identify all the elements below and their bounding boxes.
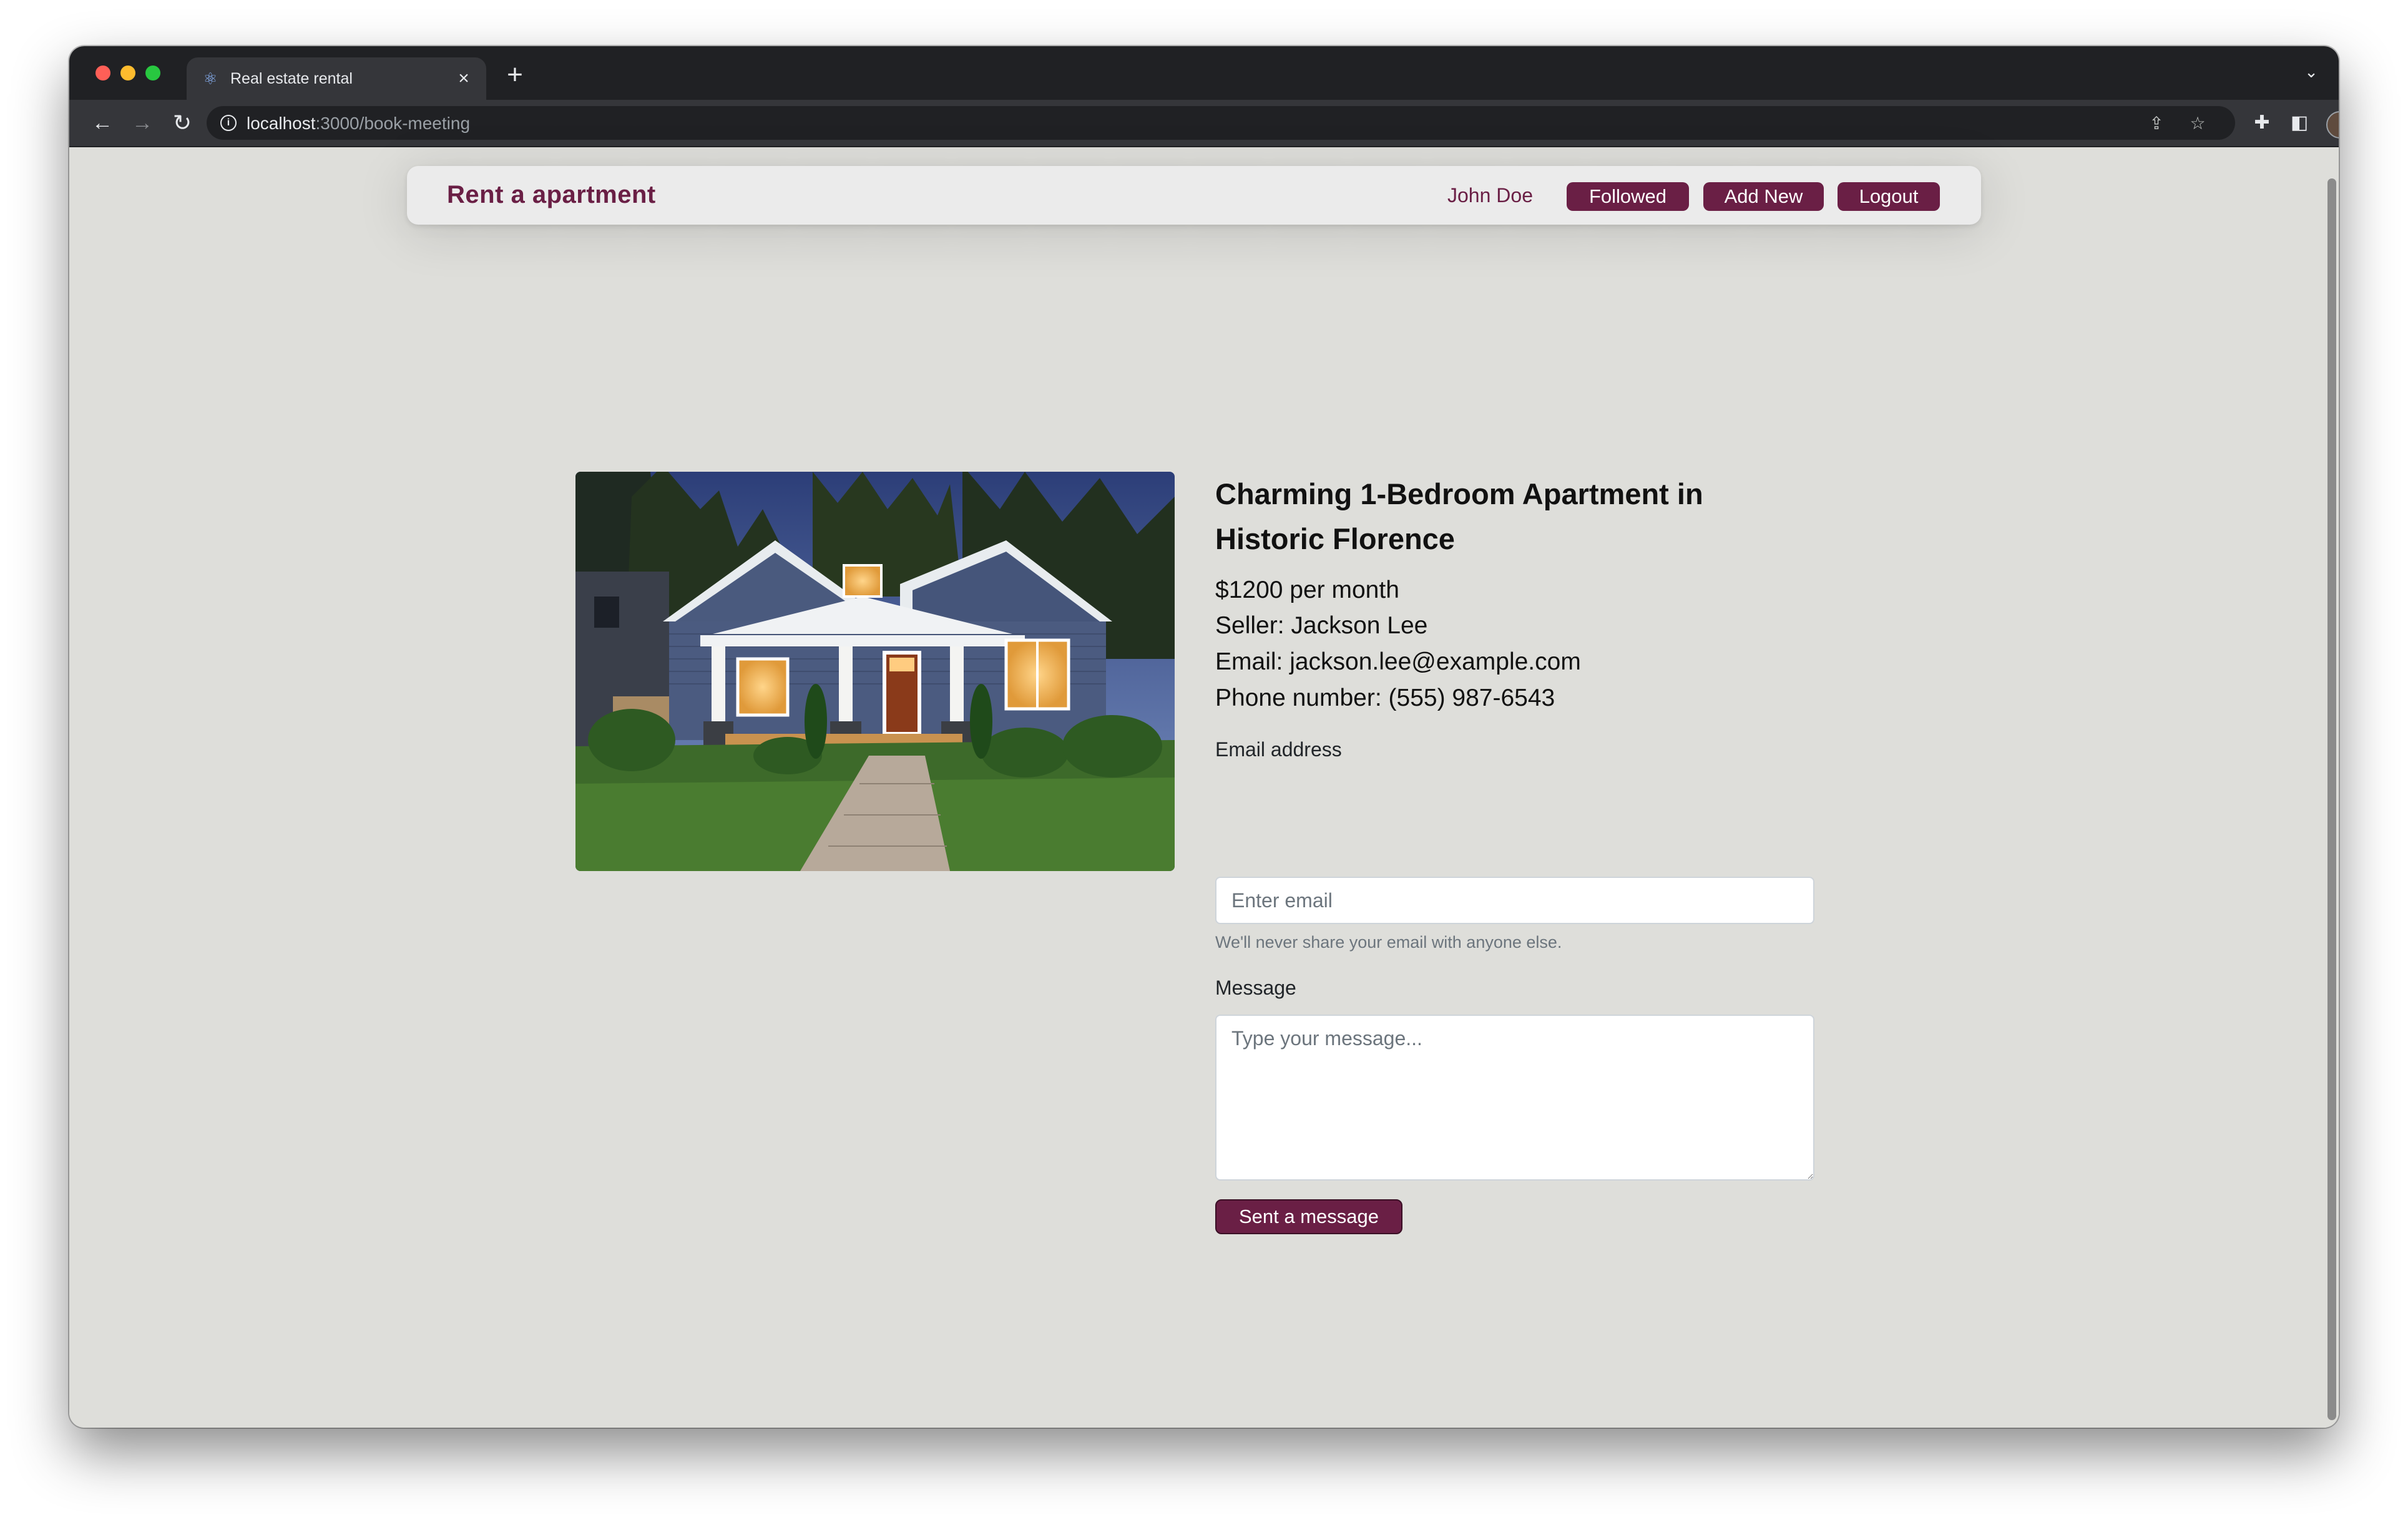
page-viewport: Rent a apartment John Doe Followed Add N… [69, 147, 2339, 1428]
share-icon[interactable]: ⇪ [2145, 112, 2168, 135]
address-bar[interactable]: i localhost:3000/book-meeting ⇪ ☆ [207, 106, 2235, 140]
site-navbar: Rent a apartment John Doe Followed Add N… [407, 166, 1981, 225]
scrollbar[interactable] [2324, 147, 2339, 1428]
side-panel-icon[interactable]: ◧ [2286, 110, 2313, 136]
close-window-button[interactable] [95, 66, 110, 80]
send-message-button[interactable]: Sent a message [1215, 1199, 1402, 1234]
arrow-left-icon[interactable]: ← [87, 107, 118, 139]
plus-icon[interactable]: + [500, 60, 530, 90]
email-help-text: We'll never share your email with anyone… [1215, 933, 1562, 952]
browser-toolbar: ← → ↻ i localhost:3000/book-meeting ⇪ ☆ … [69, 100, 2339, 147]
tab-strip: ⚛ Real estate rental × + ⌄ [69, 46, 2339, 100]
minimize-window-button[interactable] [120, 66, 135, 80]
followed-button[interactable]: Followed [1567, 182, 1689, 211]
reload-icon[interactable]: ↻ [167, 107, 198, 139]
maximize-window-button[interactable] [145, 66, 160, 80]
close-icon[interactable]: × [453, 67, 475, 90]
apartment-photo [575, 472, 1175, 871]
url-text: localhost:3000/book-meeting [247, 114, 470, 133]
listing-title: Charming 1-Bedroom Apartment in Historic… [1215, 477, 1703, 555]
url-path: :3000/book-meeting [315, 114, 471, 133]
email-field[interactable] [1215, 877, 1814, 924]
listing-email: Email: jackson.lee@example.com [1215, 648, 1581, 675]
star-icon[interactable]: ☆ [2186, 112, 2209, 135]
avatar[interactable] [2326, 111, 2339, 139]
browser-window: ⚛ Real estate rental × + ⌄ ← → ↻ i local… [69, 46, 2339, 1428]
add-new-button[interactable]: Add New [1703, 182, 1824, 211]
logout-button[interactable]: Logout [1838, 182, 1940, 211]
listing-seller: Seller: Jackson Lee [1215, 612, 1428, 639]
scrollbar-thumb[interactable] [2327, 178, 2336, 1420]
puzzle-icon[interactable]: ✚ [2249, 110, 2275, 136]
browser-tab[interactable]: ⚛ Real estate rental × [187, 57, 486, 100]
user-name[interactable]: John Doe [1447, 183, 1533, 207]
message-field[interactable] [1215, 1015, 1814, 1181]
url-host: localhost [247, 114, 316, 133]
email-label: Email address [1215, 738, 1342, 761]
arrow-right-icon[interactable]: → [127, 107, 158, 139]
react-icon: ⚛ [203, 69, 218, 88]
message-label: Message [1215, 977, 1296, 999]
brand-logo[interactable]: Rent a apartment [447, 180, 656, 210]
chevron-down-icon[interactable]: ⌄ [2299, 62, 2324, 82]
listing-phone: Phone number: (555) 987-6543 [1215, 684, 1555, 711]
info-icon[interactable]: i [220, 115, 237, 131]
listing-price: $1200 per month [1215, 577, 1399, 603]
tab-title: Real estate rental [230, 70, 353, 87]
